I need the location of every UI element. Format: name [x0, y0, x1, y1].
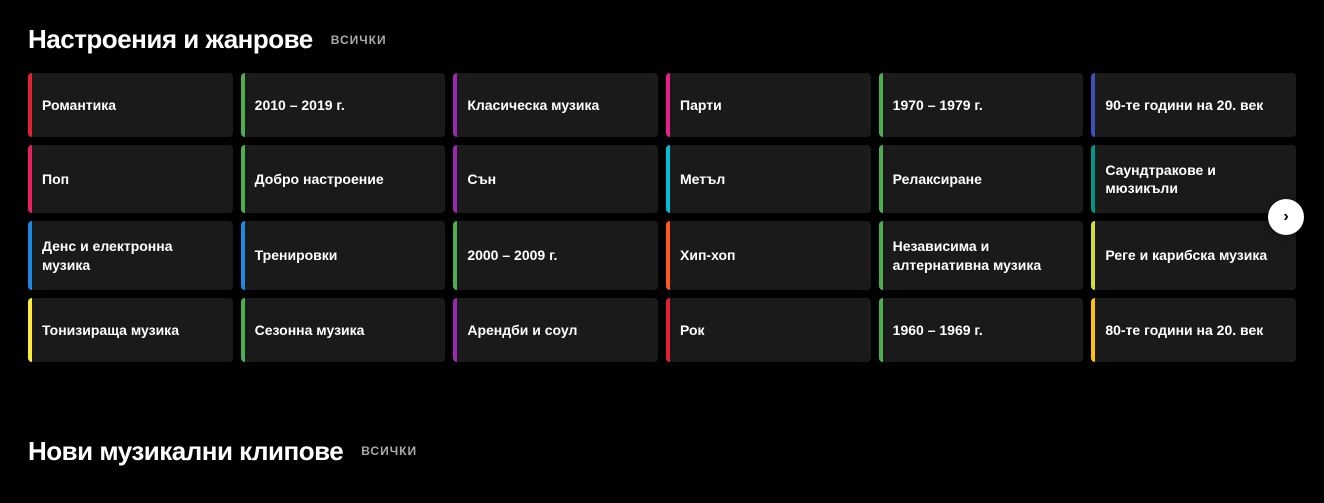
genre-card[interactable]: Тренировки: [241, 221, 446, 289]
genre-card[interactable]: Добро настроение: [241, 145, 446, 213]
new-videos-all-link[interactable]: ВСИЧКИ: [361, 444, 417, 458]
next-button[interactable]: ›: [1268, 199, 1304, 235]
new-videos-section: Нови музикални клипове ВСИЧКИ: [0, 412, 1324, 467]
genre-card[interactable]: Саундтракове и мюзикъли: [1091, 145, 1296, 213]
genre-card[interactable]: Релаксиране: [879, 145, 1084, 213]
genre-grid-wrapper: Романтика2010 – 2019 г.Класическа музика…: [28, 73, 1296, 362]
genre-card[interactable]: Романтика: [28, 73, 233, 137]
genre-card[interactable]: Независима и алтернативна музика: [879, 221, 1084, 289]
genre-grid: Романтика2010 – 2019 г.Класическа музика…: [28, 73, 1296, 362]
genre-card[interactable]: Рок: [666, 298, 871, 362]
genre-card[interactable]: 2010 – 2019 г.: [241, 73, 446, 137]
moods-all-link[interactable]: ВСИЧКИ: [331, 33, 387, 47]
genre-card[interactable]: Тонизираща музика: [28, 298, 233, 362]
genre-card[interactable]: Арендби и соул: [453, 298, 658, 362]
genre-card[interactable]: Класическа музика: [453, 73, 658, 137]
moods-header: Настроения и жанрове ВСИЧКИ: [28, 24, 1296, 55]
genre-card[interactable]: Сън: [453, 145, 658, 213]
moods-title: Настроения и жанрове: [28, 24, 313, 55]
genre-card[interactable]: Хип-хоп: [666, 221, 871, 289]
genre-card[interactable]: Поп: [28, 145, 233, 213]
section-divider: [0, 382, 1324, 412]
new-videos-title: Нови музикални клипове: [28, 436, 343, 467]
genre-card[interactable]: 80-те години на 20. век: [1091, 298, 1296, 362]
new-videos-header: Нови музикални клипове ВСИЧКИ: [28, 436, 1296, 467]
genre-card[interactable]: Реге и карибска музика: [1091, 221, 1296, 289]
genre-card[interactable]: 1970 – 1979 г.: [879, 73, 1084, 137]
genre-card[interactable]: Парти: [666, 73, 871, 137]
genre-card[interactable]: 90-те години на 20. век: [1091, 73, 1296, 137]
genre-card[interactable]: Денс и електронна музика: [28, 221, 233, 289]
genre-card[interactable]: 2000 – 2009 г.: [453, 221, 658, 289]
genre-card[interactable]: Сезонна музика: [241, 298, 446, 362]
genre-card[interactable]: 1960 – 1969 г.: [879, 298, 1084, 362]
genre-card[interactable]: Метъл: [666, 145, 871, 213]
moods-section: Настроения и жанрове ВСИЧКИ Романтика201…: [0, 0, 1324, 382]
